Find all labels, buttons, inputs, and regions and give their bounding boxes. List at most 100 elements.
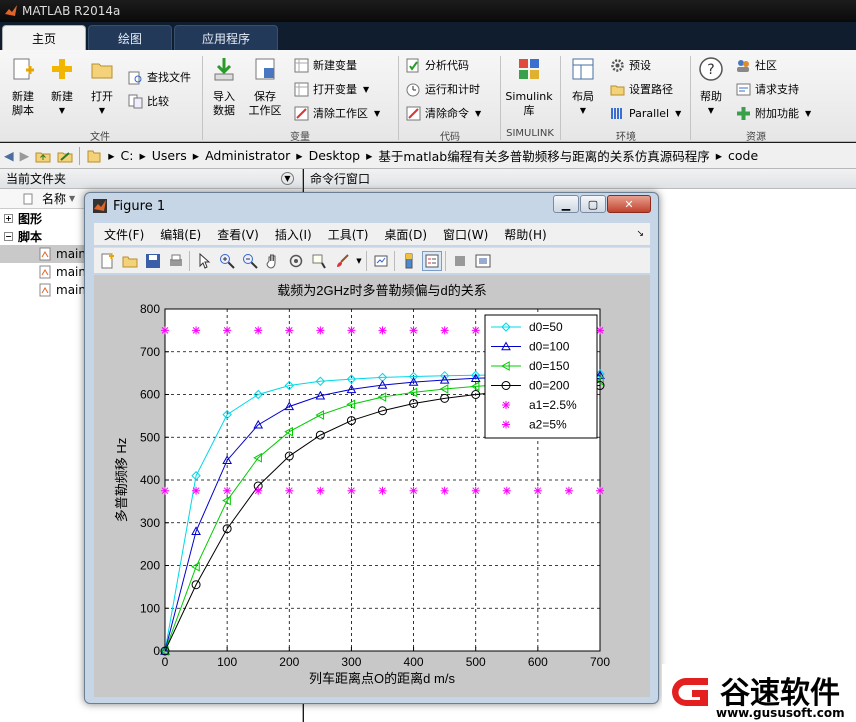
expand-icon[interactable]: + [4,213,13,223]
layout-button[interactable]: 布局 ▼ [566,56,600,118]
breadcrumb-drive[interactable]: C: [121,148,134,163]
data-point [316,326,325,335]
print-button[interactable] [166,251,186,271]
brush-dropdown[interactable]: ▼ [355,251,363,271]
chevron-down-icon: ▼ [675,108,682,118]
new-figure-button[interactable] [97,251,117,271]
save-workspace-button[interactable]: 保存 工作区 [246,56,284,118]
y-tick-label: 500 [140,430,160,444]
data-point [347,326,356,335]
preferences-button[interactable]: 预设 [610,56,651,74]
show-plot-tools-button[interactable] [473,251,493,271]
x-tick-label: 300 [341,655,361,669]
data-point [564,486,573,495]
variable-group-label: 变量 [290,132,310,143]
folder-icon [87,150,101,162]
breadcrumb-administrator[interactable]: Administrator [205,148,290,163]
new-variable-button[interactable]: 新建变量 [294,56,357,74]
m-file-icon [39,265,51,279]
menu-tools[interactable]: 工具(T) [328,226,369,243]
folder-icon [122,256,138,267]
brush-button[interactable] [332,251,352,271]
chevron-down-icon: ▼ [363,84,370,94]
new-script-button[interactable]: 新建 脚本 [6,56,40,118]
menu-help[interactable]: 帮助(H) [504,226,546,243]
save-button[interactable] [143,251,163,271]
minimize-icon: ▁ [561,197,571,211]
watermark-logo-icon [672,678,708,706]
legend-button[interactable] [422,250,442,271]
gear-icon [611,58,624,72]
pan-button[interactable] [263,251,283,271]
breadcrumb-code[interactable]: code [728,148,758,163]
parallel-button[interactable]: Parallel ▼ [610,104,681,122]
back-icon[interactable]: ◀ [4,148,14,163]
menu-window[interactable]: 窗口(W) [443,226,488,243]
colorbar-button[interactable] [399,251,419,271]
close-button[interactable]: ✕ [607,195,651,213]
breadcrumb-desktop[interactable]: Desktop [309,148,361,163]
current-folder-title: 当前文件夹 [6,172,67,186]
find-files-button[interactable]: 查找文件 [128,68,191,86]
menu-file[interactable]: 文件(F) [104,226,144,243]
simulink-library-button[interactable]: Simulink 库 [504,56,554,118]
menu-insert[interactable]: 插入(I) [275,226,312,243]
set-path-button[interactable]: 设置路径 [610,80,673,98]
clear-commands-button[interactable]: 清除命令 ▼ [406,104,481,122]
help-button[interactable]: ? 帮助 ▼ [696,56,726,118]
menu-edit[interactable]: 编辑(E) [160,226,201,243]
x-axis-label: 列车距离点O的距离d m/s [309,671,455,686]
clear-workspace-button[interactable]: 清除工作区 ▼ [294,104,380,122]
plot-canvas: 0 100 200 300 400 500 600 700 0 100 200 300 400 500 6… [94,275,650,697]
panel-menu-icon[interactable]: ▼ [281,172,294,185]
community-button[interactable]: 社区 [736,56,777,74]
up-folder-icon[interactable] [35,148,51,164]
tab-home[interactable]: 主页 [2,25,86,50]
separator [398,56,399,140]
legend-marker [502,420,510,429]
zoom-out-button[interactable] [240,251,260,271]
data-point [161,486,169,495]
legend-label: d0=50 [529,320,563,334]
watermark-url: www.gususoft.com [716,706,845,720]
menu-view[interactable]: 查看(V) [217,226,259,243]
open-file-button[interactable] [120,251,140,271]
hide-plot-tools-button[interactable] [450,251,470,271]
tab-apps[interactable]: 应用程序 [174,25,278,50]
figure-window: Figure 1 ▁ ▢ ✕ 文件(F) 编辑(E) 查看(V) 插入(I) 工… [84,192,659,704]
open-variable-button[interactable]: 打开变量 ▼ [294,80,369,98]
data-point [378,326,387,335]
request-support-button[interactable]: 请求支持 [736,80,799,98]
link-plot-button[interactable] [371,251,391,271]
rotate-button[interactable] [286,251,306,271]
request-support-label: 请求支持 [755,83,799,96]
menu-desktop[interactable]: 桌面(D) [384,226,427,243]
data-point [409,326,418,335]
dock-arrow-icon[interactable]: ↘ [636,229,644,239]
analyze-code-button[interactable]: 分析代码 [406,56,469,74]
current-folder-header: 当前文件夹 ▼ [0,169,302,189]
run-and-time-button[interactable]: 运行和计时 [406,80,480,98]
sort-arrow-icon: ▼ [69,194,76,203]
chart-title: 载频为2GHz时多普勒频偏与d的关系 [277,283,486,298]
y-tick-label: 400 [140,473,160,487]
addons-button[interactable]: 附加功能 ▼ [736,104,811,122]
forward-icon[interactable]: ▶ [20,148,30,163]
open-button[interactable]: 打开 ▼ [86,56,118,118]
new-button[interactable]: 新建 ▼ [46,56,78,118]
separator [560,56,561,140]
collapse-icon[interactable]: − [4,231,13,241]
minimize-button[interactable]: ▁ [553,195,579,213]
maximize-button[interactable]: ▢ [580,195,606,213]
tab-plots[interactable]: 绘图 [88,25,172,50]
browse-folder-icon[interactable] [57,148,73,164]
data-point [223,326,232,335]
data-point [471,326,480,335]
zoom-in-button[interactable] [217,251,237,271]
compare-button[interactable]: 比较 [128,92,169,110]
import-data-button[interactable]: 导入 数据 [208,56,240,118]
breadcrumb-project-folder[interactable]: 基于matlab编程有关多普勒频移与距离的关系仿真源码程序 [378,146,709,165]
breadcrumb-users[interactable]: Users [152,148,187,163]
edit-plot-button[interactable] [194,251,214,271]
data-cursor-button[interactable] [309,251,329,271]
